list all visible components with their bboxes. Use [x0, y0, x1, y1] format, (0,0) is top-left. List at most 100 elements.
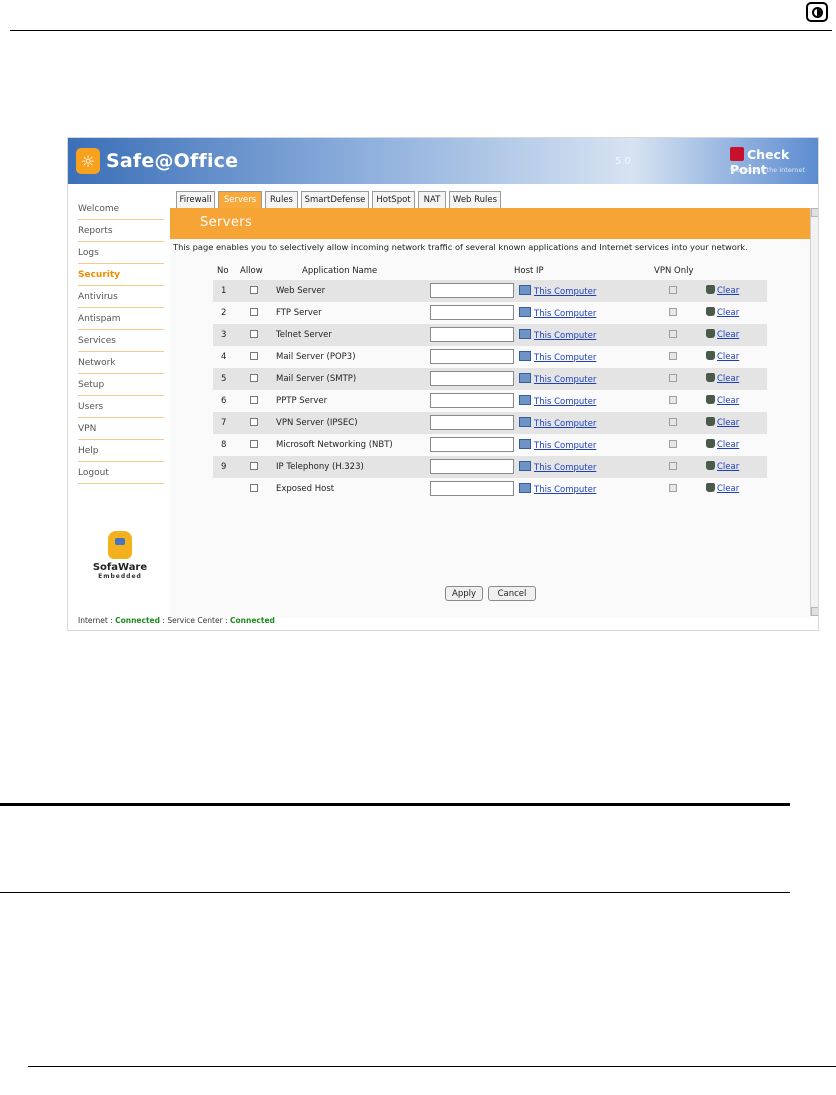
table-row: 4 Mail Server (POP3) This Computer Clear	[213, 346, 767, 368]
cancel-button[interactable]: Cancel	[488, 586, 536, 601]
internet-status-value: Connected	[115, 616, 161, 625]
sidebar-item-logout[interactable]: Logout	[78, 462, 164, 484]
allow-checkbox[interactable]	[250, 374, 258, 382]
vpn-only-checkbox[interactable]	[669, 396, 677, 404]
computer-icon	[519, 307, 531, 317]
row-number: 9	[221, 462, 227, 472]
this-computer-link[interactable]: This Computer	[519, 395, 596, 407]
sidebar-item-services[interactable]: Services	[78, 330, 164, 352]
clear-link[interactable]: Clear	[706, 307, 739, 318]
scroll-down-icon[interactable]	[811, 607, 818, 616]
vpn-only-checkbox[interactable]	[669, 286, 677, 294]
computer-icon	[519, 395, 531, 405]
vpn-only-checkbox[interactable]	[669, 440, 677, 448]
this-computer-link[interactable]: This Computer	[519, 307, 596, 319]
vpn-only-checkbox[interactable]	[669, 308, 677, 316]
vpn-only-checkbox[interactable]	[669, 484, 677, 492]
application-name: Mail Server (POP3)	[276, 352, 356, 362]
vpn-only-checkbox[interactable]	[669, 330, 677, 338]
this-computer-link[interactable]: This Computer	[519, 329, 596, 341]
allow-checkbox[interactable]	[250, 396, 258, 404]
tab-rules[interactable]: Rules	[265, 191, 298, 208]
sofaware-logo: SofaWare Embedded	[84, 531, 156, 601]
application-name: Exposed Host	[276, 484, 335, 494]
scroll-up-icon[interactable]	[811, 208, 818, 217]
allow-checkbox[interactable]	[250, 308, 258, 316]
clear-link[interactable]: Clear	[706, 461, 739, 472]
sidebar-item-security[interactable]: Security	[78, 264, 164, 286]
tab-smartdefense[interactable]: SmartDefense	[301, 191, 369, 208]
app-header: ☼ Safe@Office 5.0 Check Point We Secure …	[68, 138, 818, 184]
allow-checkbox[interactable]	[250, 418, 258, 426]
footer-rule	[28, 1066, 836, 1067]
computer-icon	[519, 461, 531, 471]
host-ip-input[interactable]	[430, 349, 514, 364]
row-number: 8	[221, 440, 227, 450]
this-computer-link[interactable]: This Computer	[519, 373, 596, 385]
computer-icon	[519, 417, 531, 427]
clear-link[interactable]: Clear	[706, 483, 739, 494]
clear-link[interactable]: Clear	[706, 439, 739, 450]
host-ip-input[interactable]	[430, 305, 514, 320]
allow-checkbox[interactable]	[250, 330, 258, 338]
col-app-name: Application Name	[302, 266, 378, 276]
allow-checkbox[interactable]	[250, 484, 258, 492]
vpn-only-checkbox[interactable]	[669, 352, 677, 360]
tab-web-rules[interactable]: Web Rules	[449, 191, 501, 208]
host-ip-input[interactable]	[430, 393, 514, 408]
sofaware-sub: Embedded	[98, 573, 142, 580]
row-number: 1	[221, 286, 227, 296]
tab-hotspot[interactable]: HotSpot	[372, 191, 415, 208]
application-name: Mail Server (SMTP)	[276, 374, 357, 384]
clear-link[interactable]: Clear	[706, 417, 739, 428]
allow-checkbox[interactable]	[250, 440, 258, 448]
sidebar-item-help[interactable]: Help	[78, 440, 164, 462]
sidebar-item-antivirus[interactable]: Antivirus	[78, 286, 164, 308]
this-computer-link[interactable]: This Computer	[519, 351, 596, 363]
this-computer-link[interactable]: This Computer	[519, 285, 596, 297]
vpn-only-checkbox[interactable]	[669, 462, 677, 470]
vpn-only-checkbox[interactable]	[669, 374, 677, 382]
clear-link[interactable]: Clear	[706, 285, 739, 296]
host-ip-input[interactable]	[430, 283, 514, 298]
clear-link[interactable]: Clear	[706, 373, 739, 384]
this-computer-link[interactable]: This Computer	[519, 417, 596, 429]
content-scrollbar[interactable]	[810, 208, 818, 616]
sidebar-item-welcome[interactable]: Welcome	[78, 198, 164, 220]
host-ip-input[interactable]	[430, 415, 514, 430]
eraser-icon	[706, 439, 715, 448]
this-computer-link[interactable]: This Computer	[519, 461, 596, 473]
host-ip-input[interactable]	[430, 327, 514, 342]
tab-firewall[interactable]: Firewall	[176, 191, 215, 208]
tab-nat[interactable]: NAT	[418, 191, 446, 208]
clear-link[interactable]: Clear	[706, 395, 739, 406]
clear-link[interactable]: Clear	[706, 351, 739, 362]
clear-link[interactable]: Clear	[706, 329, 739, 340]
sidebar-item-reports[interactable]: Reports	[78, 220, 164, 242]
sidebar-item-logs[interactable]: Logs	[78, 242, 164, 264]
this-computer-link[interactable]: This Computer	[519, 439, 596, 451]
version-label: 5.0	[615, 156, 631, 167]
sidebar-item-antispam[interactable]: Antispam	[78, 308, 164, 330]
table-row: 1 Web Server This Computer Clear	[213, 280, 767, 302]
host-ip-input[interactable]	[430, 371, 514, 386]
allow-checkbox[interactable]	[250, 286, 258, 294]
allow-checkbox[interactable]	[250, 352, 258, 360]
sidebar-item-setup[interactable]: Setup	[78, 374, 164, 396]
apply-button[interactable]: Apply	[445, 586, 483, 601]
this-computer-link[interactable]: This Computer	[519, 483, 596, 495]
vpn-only-checkbox[interactable]	[669, 418, 677, 426]
allow-checkbox[interactable]	[250, 462, 258, 470]
app-title: Safe@Office	[106, 150, 239, 172]
row-number: 6	[221, 396, 227, 406]
host-ip-input[interactable]	[430, 481, 514, 496]
sidebar-item-users[interactable]: Users	[78, 396, 164, 418]
table-row: 9 IP Telephony (H.323) This Computer Clear	[213, 456, 767, 478]
host-ip-input[interactable]	[430, 459, 514, 474]
sidebar-item-vpn[interactable]: VPN	[78, 418, 164, 440]
tab-servers[interactable]: Servers	[218, 191, 262, 208]
sidebar-item-network[interactable]: Network	[78, 352, 164, 374]
table-row: 2 FTP Server This Computer Clear	[213, 302, 767, 324]
sofaware-mascot-icon	[108, 531, 132, 559]
host-ip-input[interactable]	[430, 437, 514, 452]
